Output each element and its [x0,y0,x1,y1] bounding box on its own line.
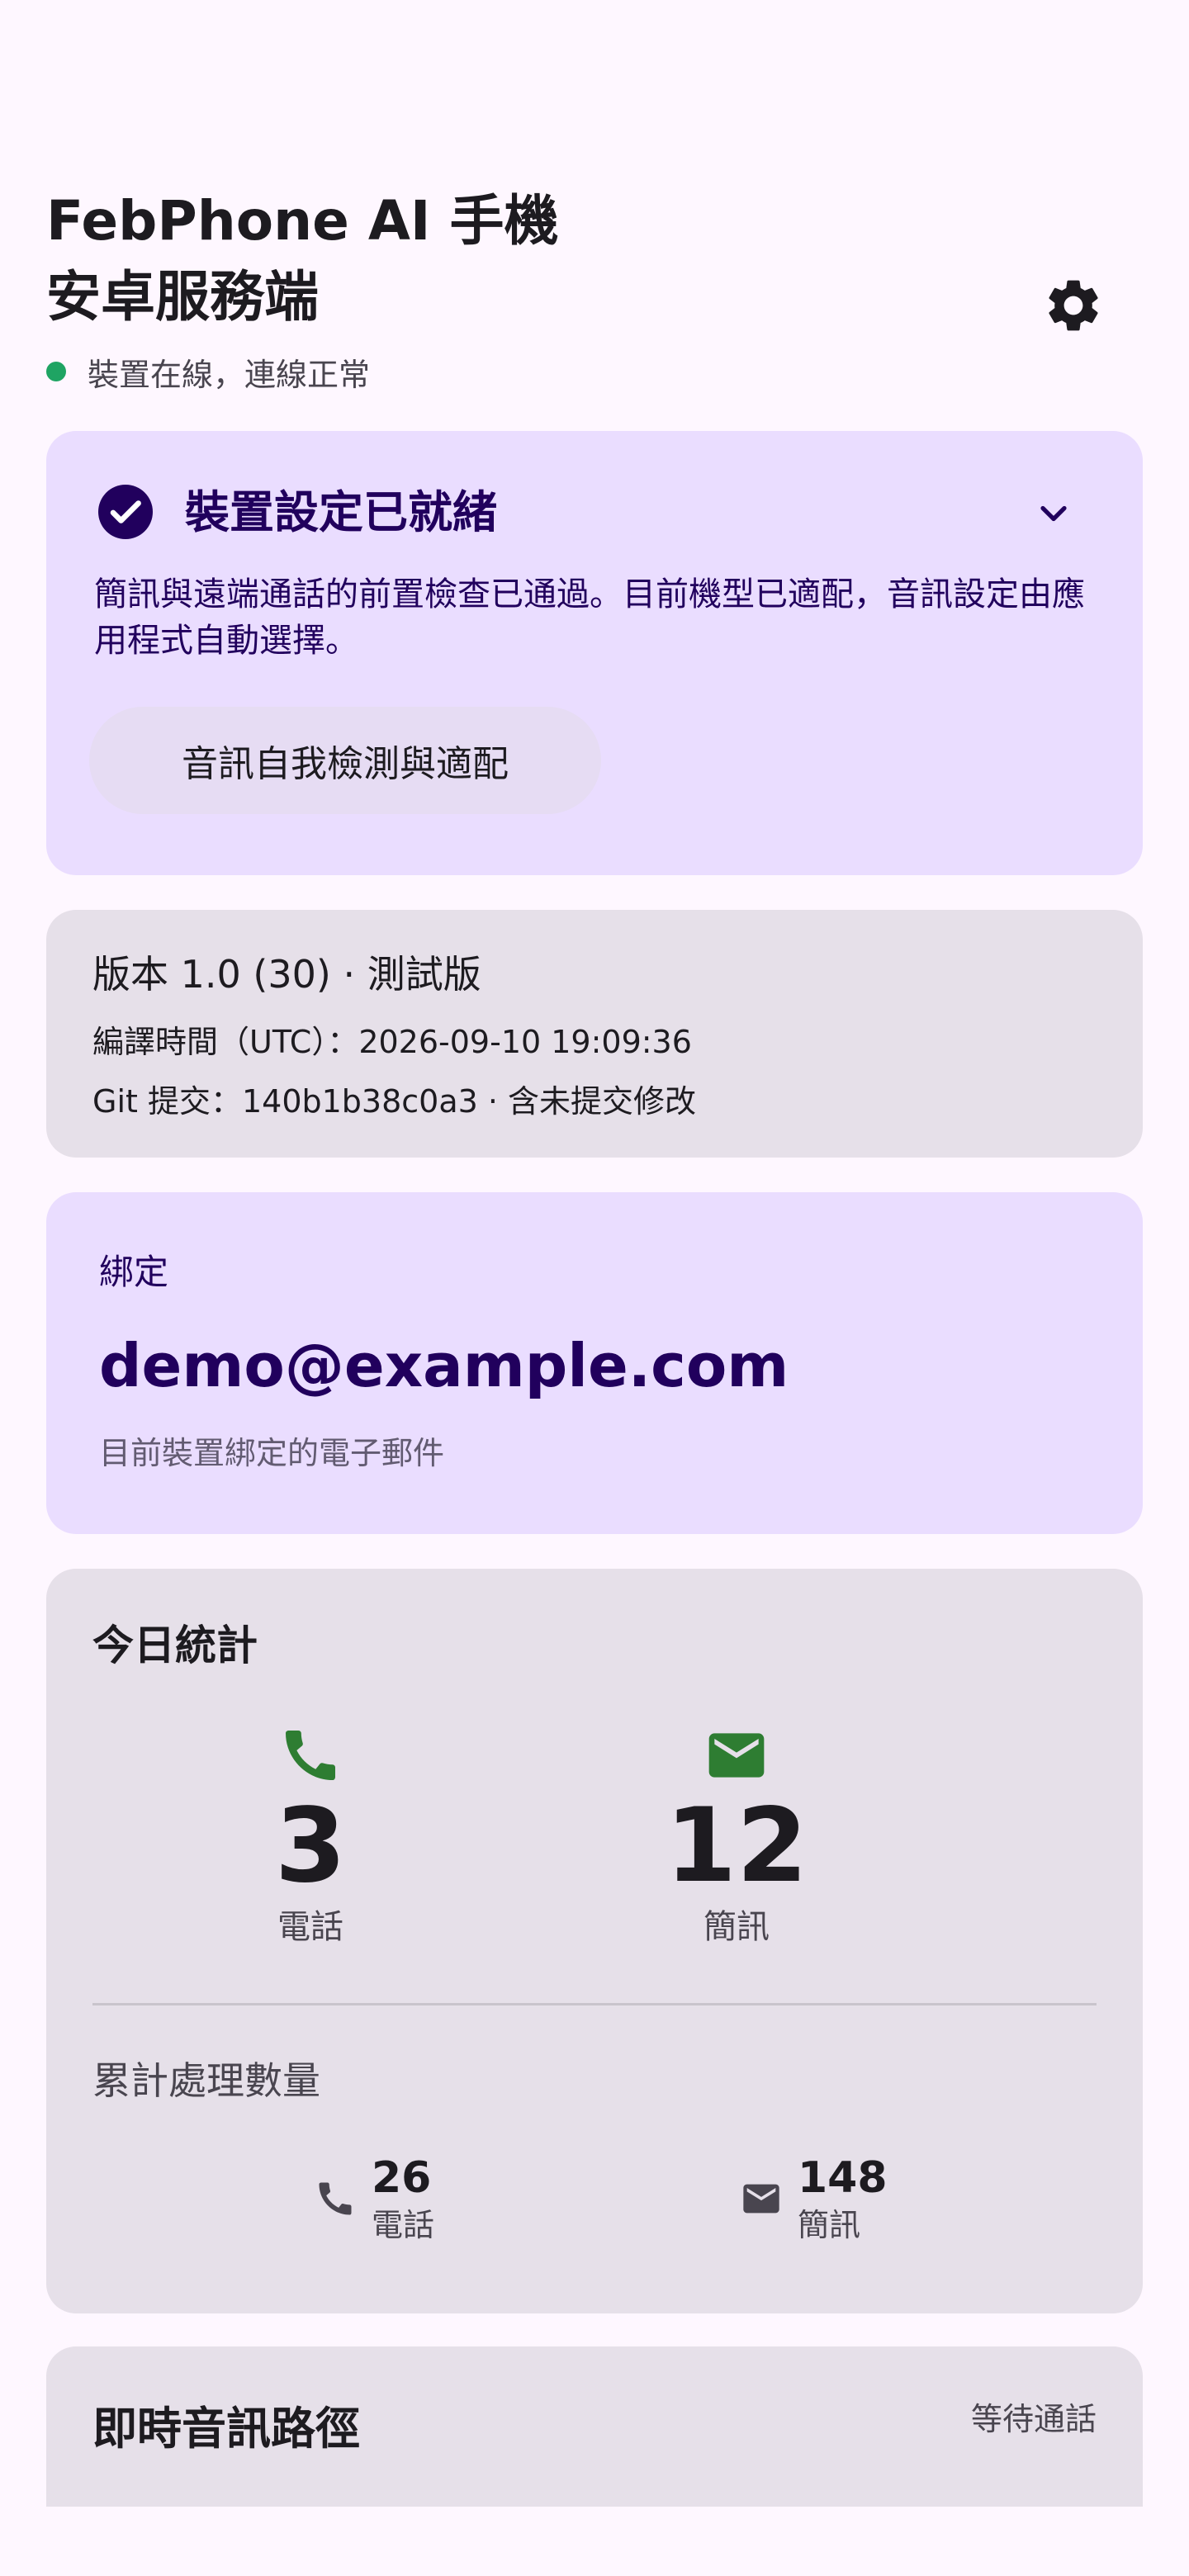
phone-icon [319,2182,352,2215]
bound-email: demo@example.com [99,1331,789,1400]
version-card: 版本 1.0 (30) · 測試版 編譯時間（UTC）：2026-09-10 1… [46,910,1143,1158]
setup-title: 裝置設定已就緒 [185,486,497,538]
gear-icon [1049,280,1098,331]
title-line-2: 安卓服務端 [46,265,319,329]
setup-ready-card: 裝置設定已就緒 簡訊與遠端通話的前置檢查已通過。目前機型已適配，音訊設定由應用程… [46,431,1143,875]
audio-route-title: 即時音訊路徑 [92,2403,360,2455]
today-sms-value: 12 [665,1787,808,1906]
binding-label: 綁定 [99,1252,169,1292]
expand-button[interactable] [1024,484,1083,543]
git-commit: Git 提交：140b1b38c0a3 · 含未提交修改 [92,1083,697,1120]
stats-title: 今日統計 [92,1622,258,1669]
audio-selftest-button[interactable]: 音訊自我檢測與適配 [89,707,601,814]
phone-icon [286,1731,335,1780]
today-sms-stat: 12 簡訊 [613,1722,860,1950]
connection-status: 裝置在線，連線正常 [46,350,370,393]
total-calls-value: 26 [372,2153,432,2203]
settings-button[interactable] [1034,266,1113,345]
build-time: 編譯時間（UTC）：2026-09-10 19:09:36 [92,1024,692,1060]
mail-icon [708,1733,765,1778]
setup-description: 簡訊與遠端通話的前置檢查已通過。目前機型已適配，音訊設定由應用程式自動選擇。 [94,575,1085,660]
today-calls-label: 電話 [277,1908,343,1946]
page-title: FebPhone AI 手機 安卓服務端 [46,183,955,335]
chevron-down-icon [1040,505,1067,522]
stats-divider [92,2003,1097,2005]
total-sms-label: 簡訊 [798,2207,861,2243]
total-calls-stat: 26 電話 [314,2152,434,2246]
mail-icon [743,2184,779,2214]
total-sms-stat: 148 簡訊 [740,2152,888,2246]
binding-caption: 目前裝置綁定的電子郵件 [99,1435,445,1471]
audio-route-status: 等待通話 [970,2401,1097,2437]
binding-card: 綁定 demo@example.com 目前裝置綁定的電子郵件 [46,1192,1143,1534]
app-screen: FebPhone AI 手機 安卓服務端 裝置在線，連線正常 裝置設定已就緒 簡… [0,0,1189,2507]
total-calls-label: 電話 [372,2207,435,2243]
stats-card: 今日統計 3 電話 12 簡訊 累計處理數量 26 電話 148 簡訊 [46,1569,1143,2313]
audio-route-card: 即時音訊路徑 等待通話 [46,2346,1143,2507]
today-sms-label: 簡訊 [703,1908,770,1946]
total-sms-value: 148 [798,2153,888,2203]
today-calls-value: 3 [274,1787,347,1906]
title-line-1: FebPhone AI 手機 [46,189,559,253]
check-circle-icon [98,485,153,539]
today-calls-stat: 3 電話 [187,1722,434,1950]
total-title: 累計處理數量 [92,2058,320,2103]
status-text: 裝置在線，連線正常 [88,356,371,393]
version-title: 版本 1.0 (30) · 測試版 [92,952,481,997]
status-dot [46,362,66,381]
